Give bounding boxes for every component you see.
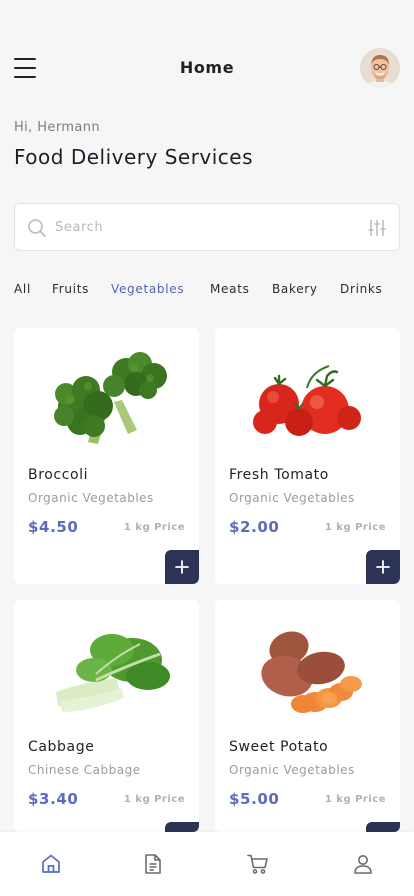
plus-icon	[175, 560, 189, 574]
tab-all[interactable]: All	[14, 282, 31, 296]
product-card[interactable]: Fresh Tomato Organic Vegetables $2.00 1 …	[215, 328, 400, 584]
page-headline: Food Delivery Services	[14, 145, 254, 169]
product-price: $2.00	[229, 518, 280, 536]
category-tabs: All Fruits Vegetables Meats Bakery Drink…	[14, 282, 404, 302]
product-unit: 1 kg Price	[324, 794, 386, 805]
add-to-cart-button[interactable]	[165, 550, 199, 584]
tab-fruits[interactable]: Fruits	[52, 282, 89, 296]
product-subtitle: Organic Vegetables	[229, 491, 355, 505]
product-price: $4.50	[28, 518, 79, 536]
bok-choy-image	[56, 634, 170, 712]
search-bar	[14, 203, 400, 251]
product-card[interactable]: Cabbage Chinese Cabbage $3.40 1 kg Price	[14, 600, 199, 832]
add-to-cart-button[interactable]	[366, 822, 400, 832]
product-name: Cabbage	[28, 739, 95, 755]
greeting-text: Hi, Hermann	[14, 120, 101, 135]
product-name: Broccoli	[28, 467, 89, 483]
product-price: $3.40	[28, 790, 79, 808]
add-to-cart-button[interactable]	[165, 822, 199, 832]
product-unit: 1 kg Price	[324, 522, 386, 533]
product-card[interactable]: Broccoli Organic Vegetables $4.50 1 kg P…	[14, 328, 199, 584]
document-icon[interactable]	[141, 852, 165, 876]
product-price: $5.00	[229, 790, 280, 808]
product-unit: 1 kg Price	[123, 522, 185, 533]
bottom-nav	[0, 832, 414, 896]
product-subtitle: Organic Vegetables	[28, 491, 154, 505]
app-header: Home	[0, 46, 414, 90]
user-avatar[interactable]	[360, 48, 400, 88]
tomato-image	[253, 365, 361, 436]
search-input[interactable]	[55, 212, 355, 242]
product-subtitle: Chinese Cabbage	[28, 763, 141, 777]
add-to-cart-button[interactable]	[366, 550, 400, 584]
sliders-icon[interactable]	[367, 218, 387, 238]
tab-drinks[interactable]: Drinks	[340, 282, 383, 296]
product-subtitle: Organic Vegetables	[229, 763, 355, 777]
profile-icon[interactable]	[351, 852, 375, 876]
product-name: Sweet Potato	[229, 739, 329, 755]
product-unit: 1 kg Price	[123, 794, 185, 805]
tab-vegetables[interactable]: Vegetables	[111, 282, 184, 296]
page-title: Home	[179, 58, 235, 77]
tab-bakery[interactable]: Bakery	[272, 282, 318, 296]
tab-meats[interactable]: Meats	[210, 282, 250, 296]
home-icon[interactable]	[39, 852, 63, 876]
product-card[interactable]: Sweet Potato Organic Vegetables $5.00 1 …	[215, 600, 400, 832]
search-icon	[28, 219, 46, 237]
broccoli-image	[54, 352, 167, 444]
plus-icon	[376, 560, 390, 574]
sweet-potato-image	[261, 631, 362, 713]
cart-icon[interactable]	[246, 852, 270, 876]
product-name: Fresh Tomato	[229, 467, 329, 483]
